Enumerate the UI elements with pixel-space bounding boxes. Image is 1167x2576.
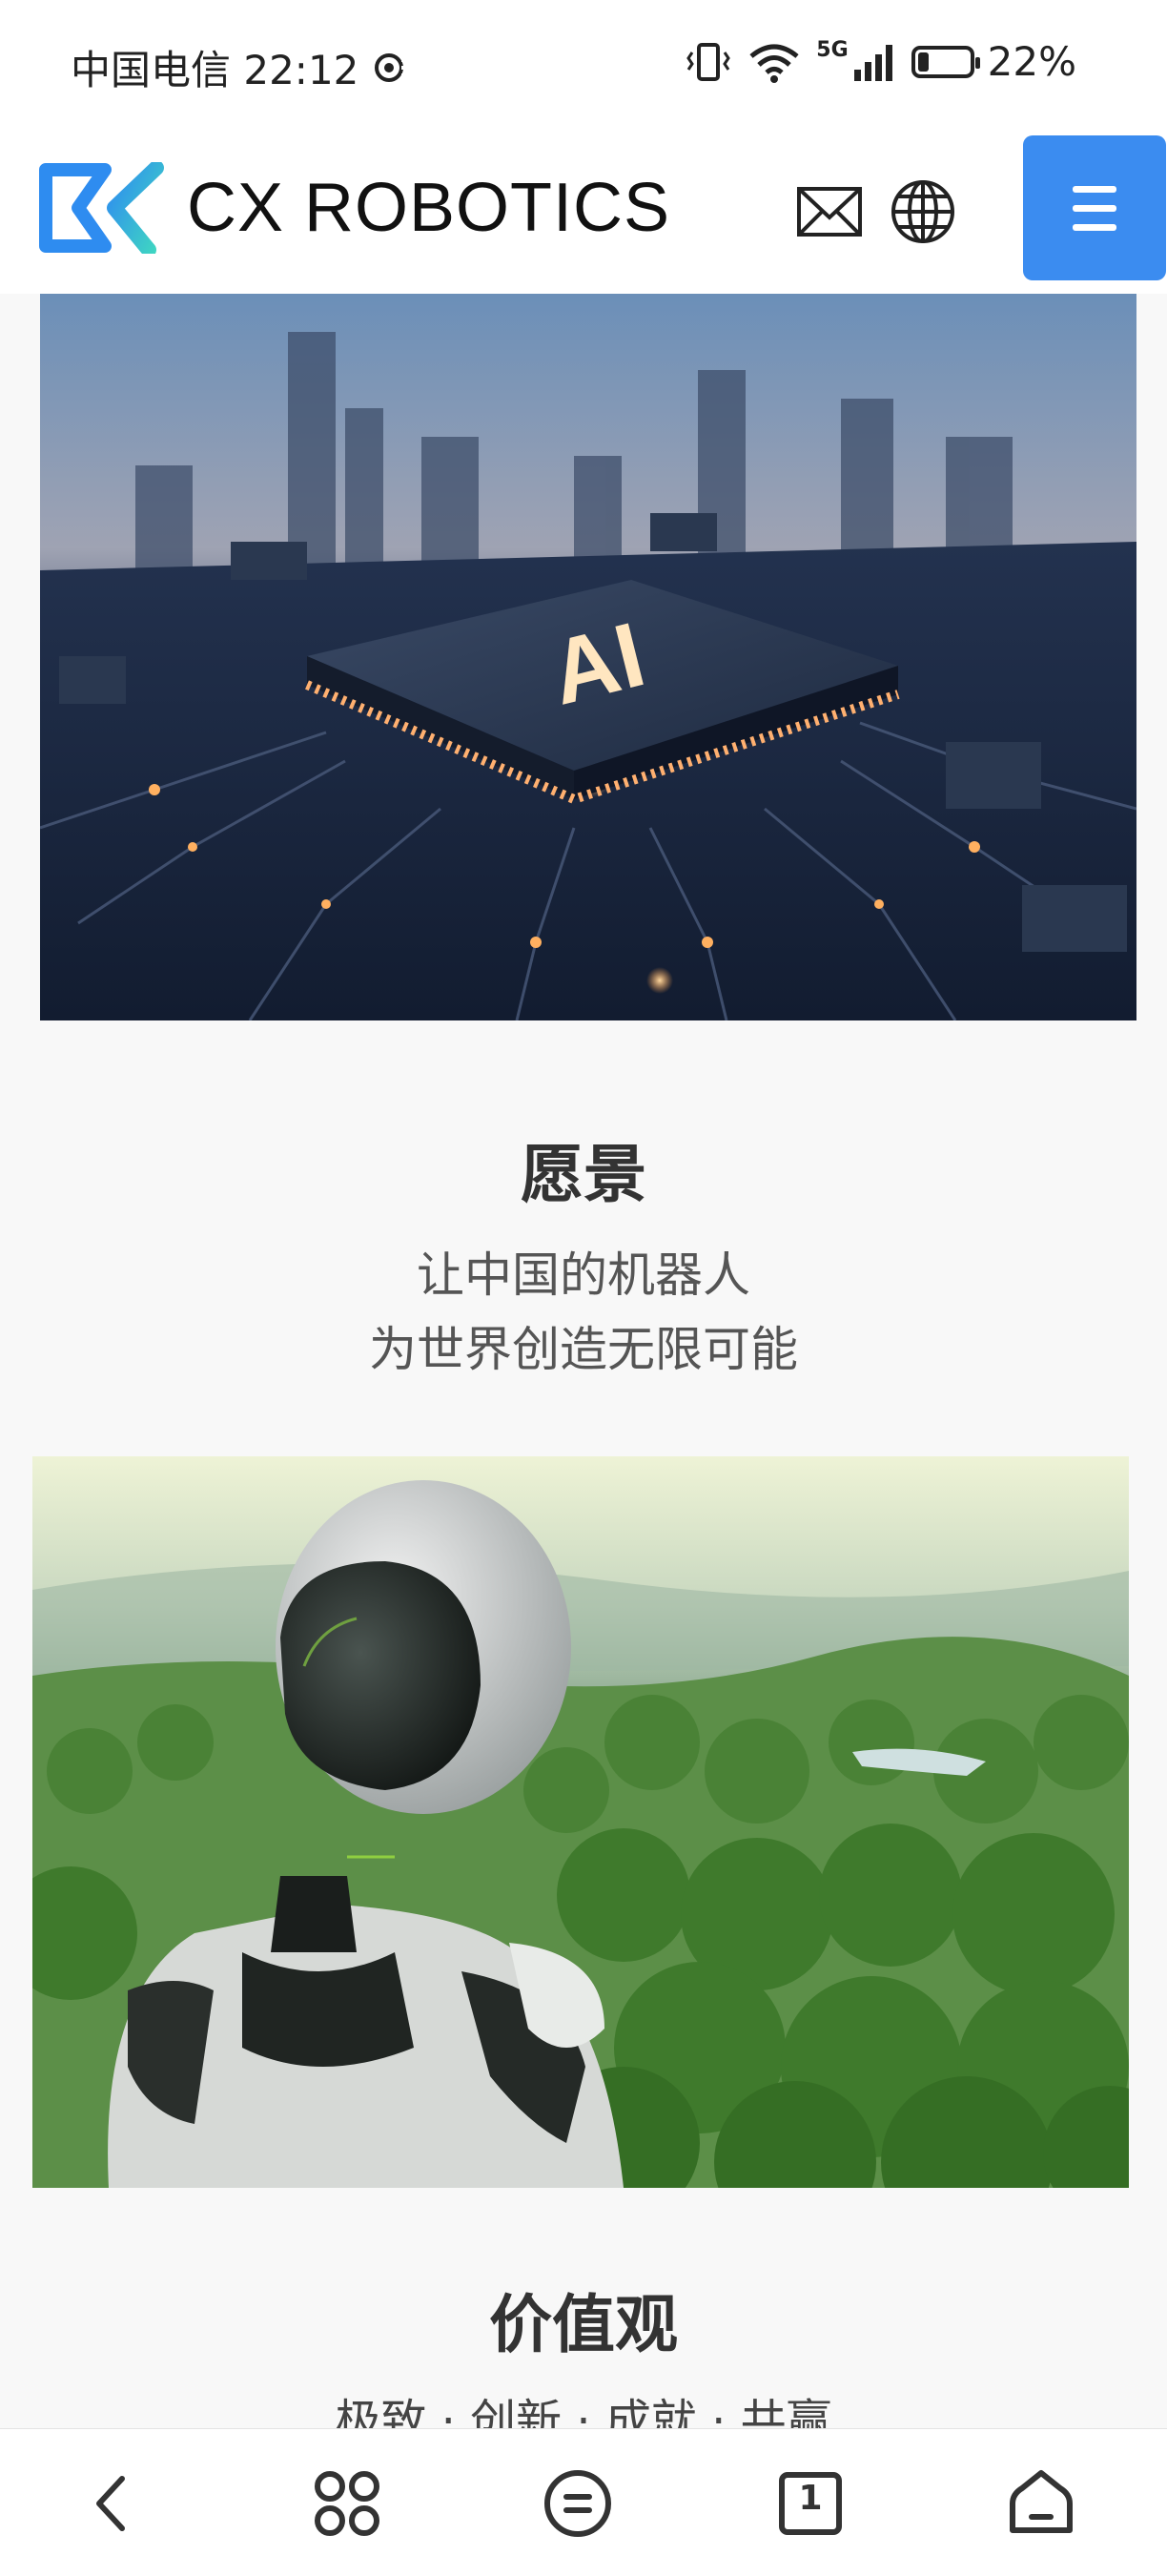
- notification-icon: [375, 52, 408, 82]
- carrier-time: 中国电信 22:12: [71, 47, 359, 93]
- robot-forest-image: [32, 1456, 1129, 2188]
- battery-percent: 22%: [987, 38, 1076, 85]
- home-icon[interactable]: [1003, 2465, 1079, 2542]
- menu-bar-middle: [1073, 204, 1116, 212]
- browser-bottom-nav: 1: [0, 2428, 1167, 2576]
- apps-icon[interactable]: [309, 2465, 385, 2542]
- vision-line-1: 让中国的机器人: [417, 1247, 750, 1303]
- globe-icon[interactable]: [887, 175, 959, 248]
- battery-icon: [911, 45, 980, 78]
- vision-line-2: 为世界创造无限可能: [369, 1322, 798, 1377]
- status-right: 5G 22%: [685, 38, 1076, 85]
- tabs-button[interactable]: 1: [772, 2465, 849, 2542]
- battery-fill: [917, 52, 929, 72]
- menu-button[interactable]: [1023, 135, 1166, 280]
- menu-list-icon[interactable]: [540, 2465, 616, 2542]
- vision-title: 愿景: [521, 1138, 646, 1211]
- brand-logo[interactable]: CX ROBOTICS: [36, 162, 670, 254]
- menu-bar-bottom: [1073, 223, 1116, 231]
- tabs-count: 1: [798, 2479, 823, 2518]
- status-left: 中国电信 22:12: [71, 38, 410, 96]
- status-bar: 中国电信 22:12 5G 22%: [0, 0, 1167, 134]
- logo-mark-icon: [39, 162, 164, 254]
- vibrate-icon: [686, 42, 731, 81]
- values-title: 价值观: [489, 2288, 678, 2361]
- signal-icon: [853, 44, 892, 81]
- brand-name: CX ROBOTICS: [187, 170, 671, 246]
- back-icon[interactable]: [76, 2465, 153, 2542]
- mail-icon[interactable]: [793, 175, 866, 248]
- wifi-icon: [749, 44, 799, 83]
- site-header: CX ROBOTICS: [0, 134, 1167, 294]
- ai-chip-city-image: AI: [40, 294, 1136, 1020]
- network-type: 5G: [816, 38, 849, 62]
- menu-bar-top: [1073, 185, 1116, 193]
